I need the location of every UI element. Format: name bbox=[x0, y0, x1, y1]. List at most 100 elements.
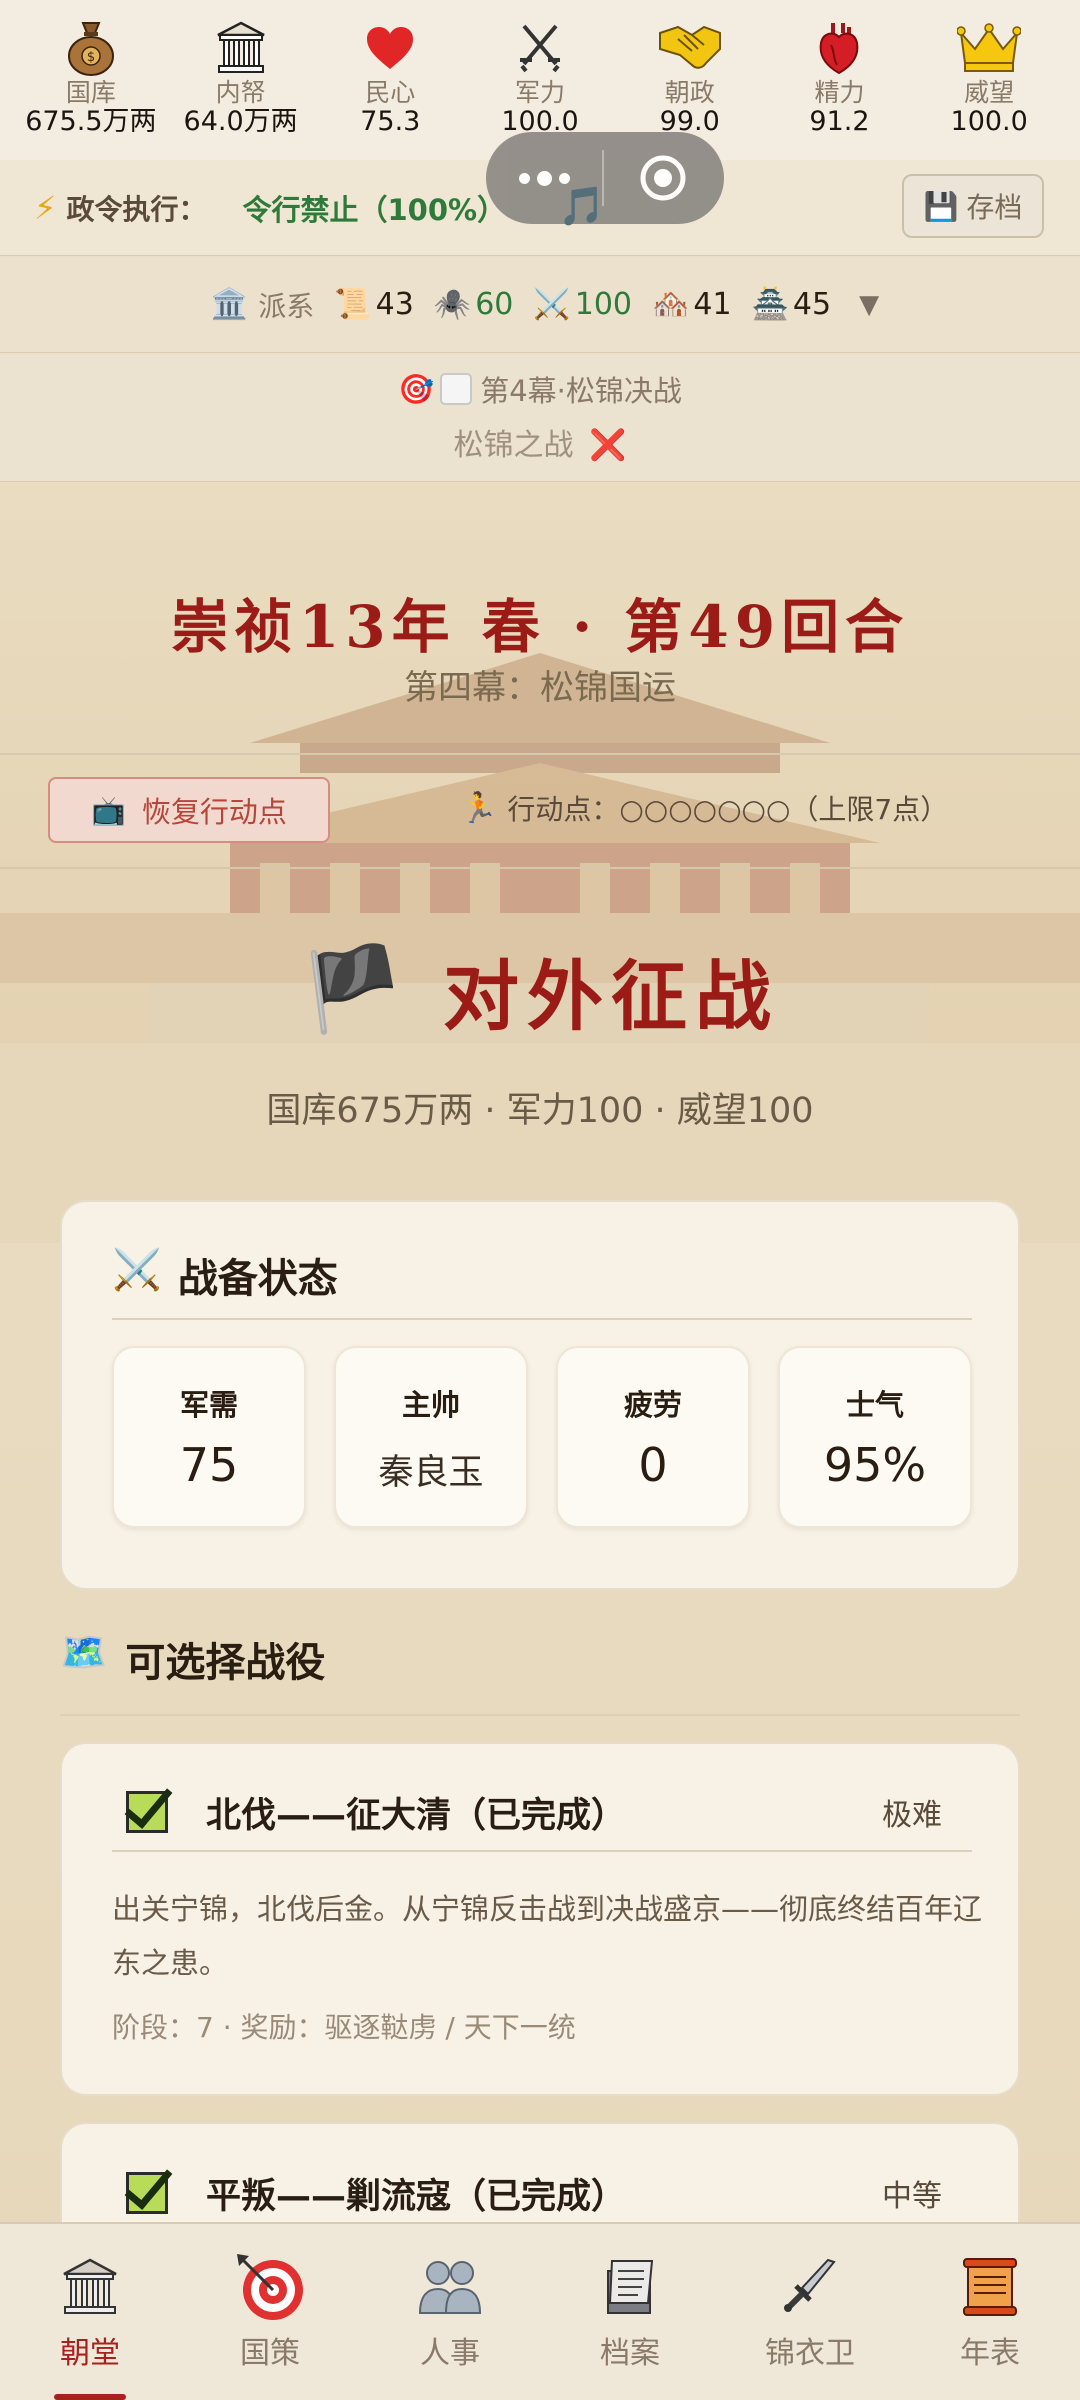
handshake-icon bbox=[657, 18, 723, 78]
stat-label: 朝政 bbox=[664, 78, 715, 107]
stat-label: 精力 bbox=[814, 78, 865, 107]
lightning-icon: ⚡ bbox=[34, 188, 57, 227]
restore-button-label: 恢复行动点 bbox=[141, 795, 287, 829]
nav-item-chronicle[interactable]: 年表 bbox=[910, 2252, 1070, 2400]
campaign-name: 平叛——剿流寇（已完成） bbox=[206, 2176, 627, 2217]
fatigue-tile: 疲劳 0 bbox=[556, 1346, 750, 1528]
faction-item: 🕷️ 60 bbox=[434, 287, 514, 322]
tile-label: 疲劳 bbox=[623, 1388, 682, 1422]
campaign-card[interactable]: 北伐——征大清（已完成） 极难 出关宁锦，北伐后金。从宁锦反击战到决战盛京——彻… bbox=[60, 1742, 1020, 2096]
faction-value: 45 bbox=[792, 287, 832, 322]
cross-mark-icon: ❌ bbox=[589, 428, 627, 463]
act-objective-text: 第4幕·松锦决战 bbox=[480, 374, 682, 408]
target-icon bbox=[235, 2252, 305, 2322]
nav-item-policy[interactable]: 国策 bbox=[190, 2252, 350, 2400]
heart-icon bbox=[357, 18, 423, 78]
bottom-nav: 朝堂 国策 人事 档案 锦衣卫 年表 bbox=[0, 2222, 1080, 2400]
people-icon bbox=[415, 2252, 485, 2322]
readiness-tiles: 军需 75 主帅 秦良玉 疲劳 0 士气 95% bbox=[112, 1346, 972, 1528]
check-mark-icon bbox=[126, 1791, 168, 1833]
turn-title: 崇祯13年 春 · 第49回合 bbox=[170, 593, 910, 661]
act-objective: 🎯 第4幕·松锦决战 bbox=[0, 368, 1080, 410]
stat-value: 100.0 bbox=[950, 106, 1028, 137]
tile-label: 士气 bbox=[845, 1388, 904, 1422]
faction-value: 60 bbox=[475, 287, 514, 322]
court-icon bbox=[55, 2252, 125, 2322]
government-building-icon: 🏛️ bbox=[210, 287, 249, 322]
battle-status: 松锦之战 ❌ bbox=[0, 420, 1080, 464]
stat-prestige[interactable]: 威望 100.0 bbox=[914, 18, 1064, 160]
nav-label: 年表 bbox=[960, 2336, 1020, 2371]
scroll-icon: 📜 bbox=[334, 287, 372, 322]
stat-label: 民心 bbox=[365, 78, 416, 107]
nav-item-personnel[interactable]: 人事 bbox=[370, 2252, 530, 2400]
stat-value: 64.0万两 bbox=[183, 106, 298, 137]
crossed-swords-icon bbox=[507, 18, 573, 78]
stat-label: 军力 bbox=[515, 78, 566, 107]
divider bbox=[0, 753, 1080, 755]
castle-icon: 🏯 bbox=[751, 287, 789, 322]
stat-value: 91.2 bbox=[809, 106, 870, 137]
readiness-header: ⚔️ 战备状态 bbox=[112, 1246, 972, 1320]
action-points: 🏃 行动点：○○○○○○○（上限7点） bbox=[460, 788, 948, 828]
nav-item-jinyiwei[interactable]: 锦衣卫 bbox=[730, 2252, 890, 2400]
faction-value: 100 bbox=[574, 287, 632, 322]
faction-row[interactable]: 🏛️ 派系 📜 43 🕷️ 60 ⚔️ 100 🏘️ 41 🏯 45 ▼ bbox=[0, 257, 1080, 353]
tv-icon: 📺 bbox=[91, 793, 126, 827]
faction-title: 派系 bbox=[258, 289, 315, 323]
expedition-heading: 🏴 对外征战 bbox=[0, 935, 1080, 1045]
record-circle-icon bbox=[640, 155, 686, 201]
action-points-text: 行动点：○○○○○○○（上限7点） bbox=[507, 793, 949, 826]
expand-triangle-icon[interactable]: ▼ bbox=[859, 290, 879, 320]
readiness-card: ⚔️ 战备状态 军需 75 主帅 秦良玉 疲劳 0 士气 95% bbox=[60, 1200, 1020, 1590]
target-icon: 🎯 bbox=[398, 371, 435, 406]
supplies-tile: 军需 75 bbox=[112, 1346, 306, 1528]
checkbox-icon bbox=[440, 373, 473, 405]
faction-value: 41 bbox=[693, 287, 732, 322]
stat-treasury[interactable]: $ 国库 675.5万两 bbox=[16, 18, 166, 160]
tile-label: 军需 bbox=[179, 1388, 238, 1422]
campaigns-title: 可选择战役 bbox=[125, 1640, 326, 1686]
campaign-difficulty: 中等 bbox=[882, 2179, 942, 2214]
nav-item-archive[interactable]: 档案 bbox=[550, 2252, 710, 2400]
campaign-head: 北伐——征大清（已完成） 极难 bbox=[112, 1774, 972, 1852]
restore-action-points-button[interactable]: 📺 恢复行动点 bbox=[48, 777, 330, 843]
stat-value: 675.5万两 bbox=[25, 106, 157, 137]
black-flag-icon: 🏴 bbox=[300, 942, 404, 1037]
campaign-meta: 阶段：7 · 奖励：驱逐鞑虏 / 天下一统 bbox=[112, 2011, 576, 2044]
tile-value: 95% bbox=[823, 1438, 927, 1492]
act-objective-row: 🎯 第4幕·松锦决战 松锦之战 ❌ bbox=[0, 354, 1080, 482]
close-miniprogram-button[interactable] bbox=[604, 153, 722, 203]
crown-icon bbox=[956, 18, 1022, 78]
tile-value: 75 bbox=[179, 1438, 239, 1492]
nav-label: 档案 bbox=[600, 2336, 660, 2371]
faction-item: ⚔️ 100 bbox=[533, 287, 632, 322]
world-map-icon: 🗺️ bbox=[60, 1630, 108, 1674]
expedition-title: 对外征战 bbox=[443, 952, 780, 1041]
svg-text:$: $ bbox=[87, 50, 95, 65]
campaign-description: 出关宁锦，北伐后金。从宁锦反击战到决战盛京——彻底终结百年辽东之患。 bbox=[112, 1892, 983, 1980]
music-toggle-icon[interactable]: 🎵 bbox=[558, 184, 605, 229]
faction-item: 🏯 45 bbox=[752, 287, 832, 322]
nav-label: 朝堂 bbox=[60, 2336, 120, 2371]
campaigns-header: 🗺️ 可选择战役 bbox=[60, 1630, 1020, 1716]
check-mark-icon bbox=[126, 2172, 168, 2214]
save-button[interactable]: 💾 存档 bbox=[902, 174, 1044, 238]
stat-value: 75.3 bbox=[360, 106, 421, 137]
tile-value: 秦良玉 bbox=[378, 1453, 484, 1493]
treasury-building-icon bbox=[208, 18, 274, 78]
stat-popularity[interactable]: 民心 75.3 bbox=[315, 18, 465, 160]
stat-energy[interactable]: 精力 91.2 bbox=[765, 18, 915, 160]
dot-icon bbox=[558, 172, 570, 184]
stat-inner-treasury[interactable]: 内帑 64.0万两 bbox=[166, 18, 316, 160]
commander-tile[interactable]: 主帅 秦良玉 bbox=[334, 1346, 528, 1528]
readiness-title: 战备状态 bbox=[177, 1256, 338, 1302]
nav-label: 国策 bbox=[240, 2336, 300, 2371]
nav-item-court[interactable]: 朝堂 bbox=[10, 2252, 170, 2400]
money-bag-icon: $ bbox=[58, 18, 124, 78]
campaign-difficulty: 极难 bbox=[882, 1798, 942, 1833]
faction-value: 43 bbox=[375, 287, 414, 322]
dot-icon bbox=[518, 172, 530, 184]
stat-label: 国库 bbox=[65, 78, 116, 107]
stat-label: 威望 bbox=[964, 78, 1015, 107]
